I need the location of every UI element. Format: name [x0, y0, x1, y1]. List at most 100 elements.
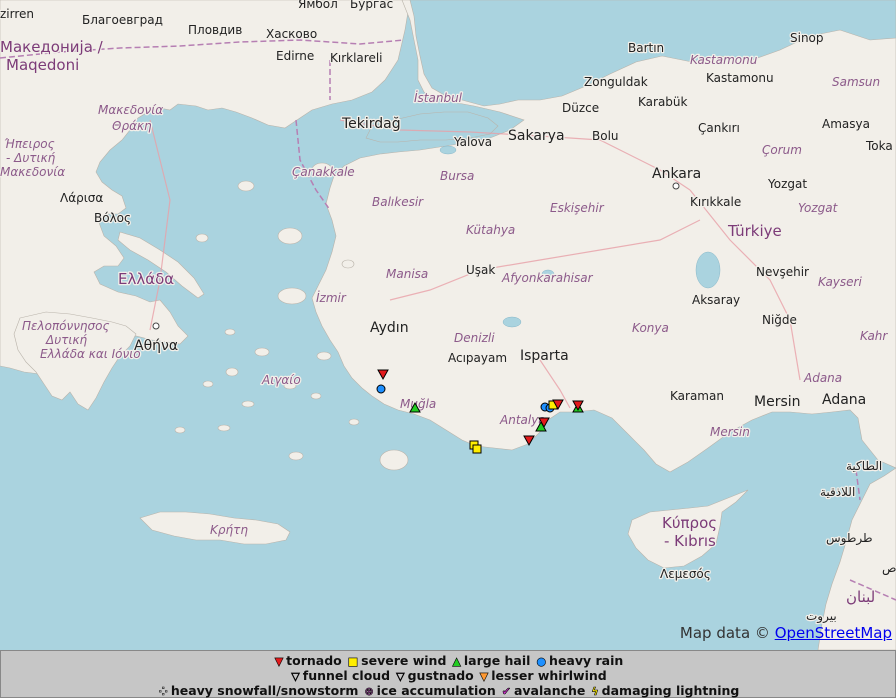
label-ipeiros-makedonia: Μακεδονία [0, 165, 65, 179]
label-kirikkale: Kırıkkale [690, 195, 741, 209]
legend-symbol-icon: ⁘ [158, 685, 168, 698]
label-ipeiros: Ήπειρος [4, 137, 55, 151]
label-nigde: Niğde [762, 313, 797, 327]
legend-item: ■ severe wind [347, 653, 447, 669]
legend-label: lesser whirlwind [491, 668, 607, 683]
map-view[interactable]: zirren Благоевград Пловдив Хасково Ямбол… [0, 0, 896, 650]
legend-item: ▲ large hail [452, 653, 530, 669]
legend-item: ● heavy rain [536, 653, 623, 669]
legend-symbol-icon: ⊗ [364, 685, 374, 698]
label-ellada: Ελλάδα [118, 270, 174, 288]
legend-row-2: ▽ funnel cloud ▽ gustnado ▼ lesser whirlwind [1, 668, 896, 684]
label-kayseri: Kayseri [818, 275, 862, 289]
label-lemesos: Λεμεσός [660, 567, 711, 581]
label-tokat: Toka [865, 139, 893, 153]
label-izmir: İzmir [316, 290, 347, 305]
label-karaman: Karaman [670, 389, 724, 403]
label-kastamonu-region: Kastamonu [690, 53, 758, 67]
label-isparta: Isparta [520, 348, 569, 364]
legend-row-3: ⁘ heavy snowfall/snowstorm ⊗ ice accumulati… [1, 683, 896, 698]
label-kastamonu: Kastamonu [706, 71, 774, 85]
label-beirut: بيروت [806, 609, 837, 624]
label-aydin: Aydın [370, 320, 409, 336]
map-legend: ▼ tornado ■ severe wind ▲ large hail ● heavy ra… [0, 650, 896, 698]
attribution-text: Map data © [679, 624, 770, 642]
label-corum: Çorum [762, 143, 802, 157]
label-macedonia-alb: Maqedoni [6, 56, 79, 74]
label-kutahya: Kütahya [466, 223, 515, 237]
legend-symbol-icon: ■ [347, 655, 359, 669]
heavy-rain-marker[interactable] [376, 384, 386, 394]
label-kahraman: Kahr [860, 329, 888, 343]
legend-symbol-icon: ▼ [274, 655, 284, 669]
label-kriti: Κρήτη [210, 523, 248, 537]
label-volos: Βόλος [94, 211, 131, 225]
label-mersin-region: Mersin [710, 425, 750, 439]
legend-symbol-icon: ▽ [291, 670, 300, 684]
label-afyon: Afyonkarahisar [501, 271, 594, 285]
label-duzce: Düzce [562, 101, 599, 115]
label-ipeiros-dytiki: - Δυτική [6, 151, 56, 165]
label-mersin: Mersin [754, 394, 801, 410]
label-denizli: Denizli [454, 331, 495, 345]
legend-label: tornado [286, 653, 342, 668]
label-haskovo: Хасково [266, 27, 317, 41]
legend-label: large hail [463, 653, 531, 668]
legend-item: ϟ damaging lightning [591, 683, 739, 698]
label-tekirdag: Tekirdağ [341, 116, 401, 132]
label-amasya: Amasya [822, 117, 870, 131]
legend-label: gustnado [407, 668, 474, 683]
label-aigaio: Αιγαίο [261, 373, 301, 387]
label-blagoevgrad: Благоевград [82, 13, 163, 27]
label-thraki: Θράκη [112, 119, 152, 133]
legend-label: avalanche [513, 683, 586, 698]
label-balikesir: Balıkesir [372, 195, 424, 209]
map-canvas[interactable]: zirren Благоевград Пловдив Хасково Ямбол… [0, 0, 896, 650]
label-macedonia: Македонија / [0, 38, 104, 56]
legend-label: damaging lightning [601, 683, 740, 698]
label-latakia: اللاذقية [820, 485, 855, 499]
legend-label: ice accumulation [376, 683, 496, 698]
legend-item: ✔ avalanche [501, 683, 586, 698]
label-zonguldak: Zonguldak [584, 75, 648, 89]
legend-label: heavy rain [549, 653, 624, 668]
openstreetmap-link[interactable]: OpenStreetMap [775, 624, 892, 642]
label-sinop: Sinop [790, 31, 824, 45]
label-peloponnisos-dytiki: Δυτική [45, 333, 88, 347]
legend-item: ▼ lesser whirlwind [479, 668, 607, 684]
legend-symbol-icon: ▽ [396, 670, 405, 684]
label-cankiri: Çankırı [698, 121, 740, 135]
label-lebanon: لبنان [846, 588, 875, 606]
legend-symbol-icon: ✔ [501, 685, 511, 698]
label-edirne: Edirne [276, 49, 314, 63]
label-bartin: Bartın [628, 41, 664, 55]
label-kirklareli: Kırklareli [330, 51, 383, 65]
label-karabuk: Karabük [638, 95, 688, 109]
label-peloponnisos-ellada: Ελλάδα και Ιόνιο [40, 347, 141, 361]
label-peloponnisos: Πελοπόννησος [22, 319, 110, 333]
label-yalova: Yalova [453, 135, 492, 149]
label-samsun: Samsun [832, 75, 880, 89]
legend-label: severe wind [361, 653, 447, 668]
label-bursa: Bursa [440, 169, 474, 183]
label-antalya: Antalya [499, 413, 546, 427]
severe-wind-marker[interactable] [472, 444, 482, 454]
legend-symbol-icon: ▼ [479, 670, 489, 684]
label-istanbul: İstanbul [414, 90, 463, 105]
legend-item: ⊗ ice accumulation [364, 683, 496, 698]
label-tartus: طرطوس [826, 531, 873, 546]
legend-symbol-icon: ϟ [591, 685, 599, 698]
legend-label: funnel cloud [302, 668, 391, 683]
label-burgas: Бургас [350, 0, 393, 11]
legend-item: ▼ tornado [274, 653, 342, 669]
label-ar-partial: ص [882, 561, 896, 576]
label-nevsehir: Nevşehir [756, 265, 809, 279]
label-antakya: الطاكية [846, 459, 882, 473]
label-yozgat: Yozgat [767, 177, 807, 191]
legend-item: ▽ gustnado [396, 668, 474, 684]
legend-row-1: ▼ tornado ■ severe wind ▲ large hail ● heavy ra… [1, 653, 896, 669]
label-aksaray: Aksaray [692, 293, 740, 307]
label-yambol: Ямбол [298, 0, 338, 11]
label-konya: Konya [632, 321, 669, 335]
label-usak: Uşak [466, 263, 495, 277]
